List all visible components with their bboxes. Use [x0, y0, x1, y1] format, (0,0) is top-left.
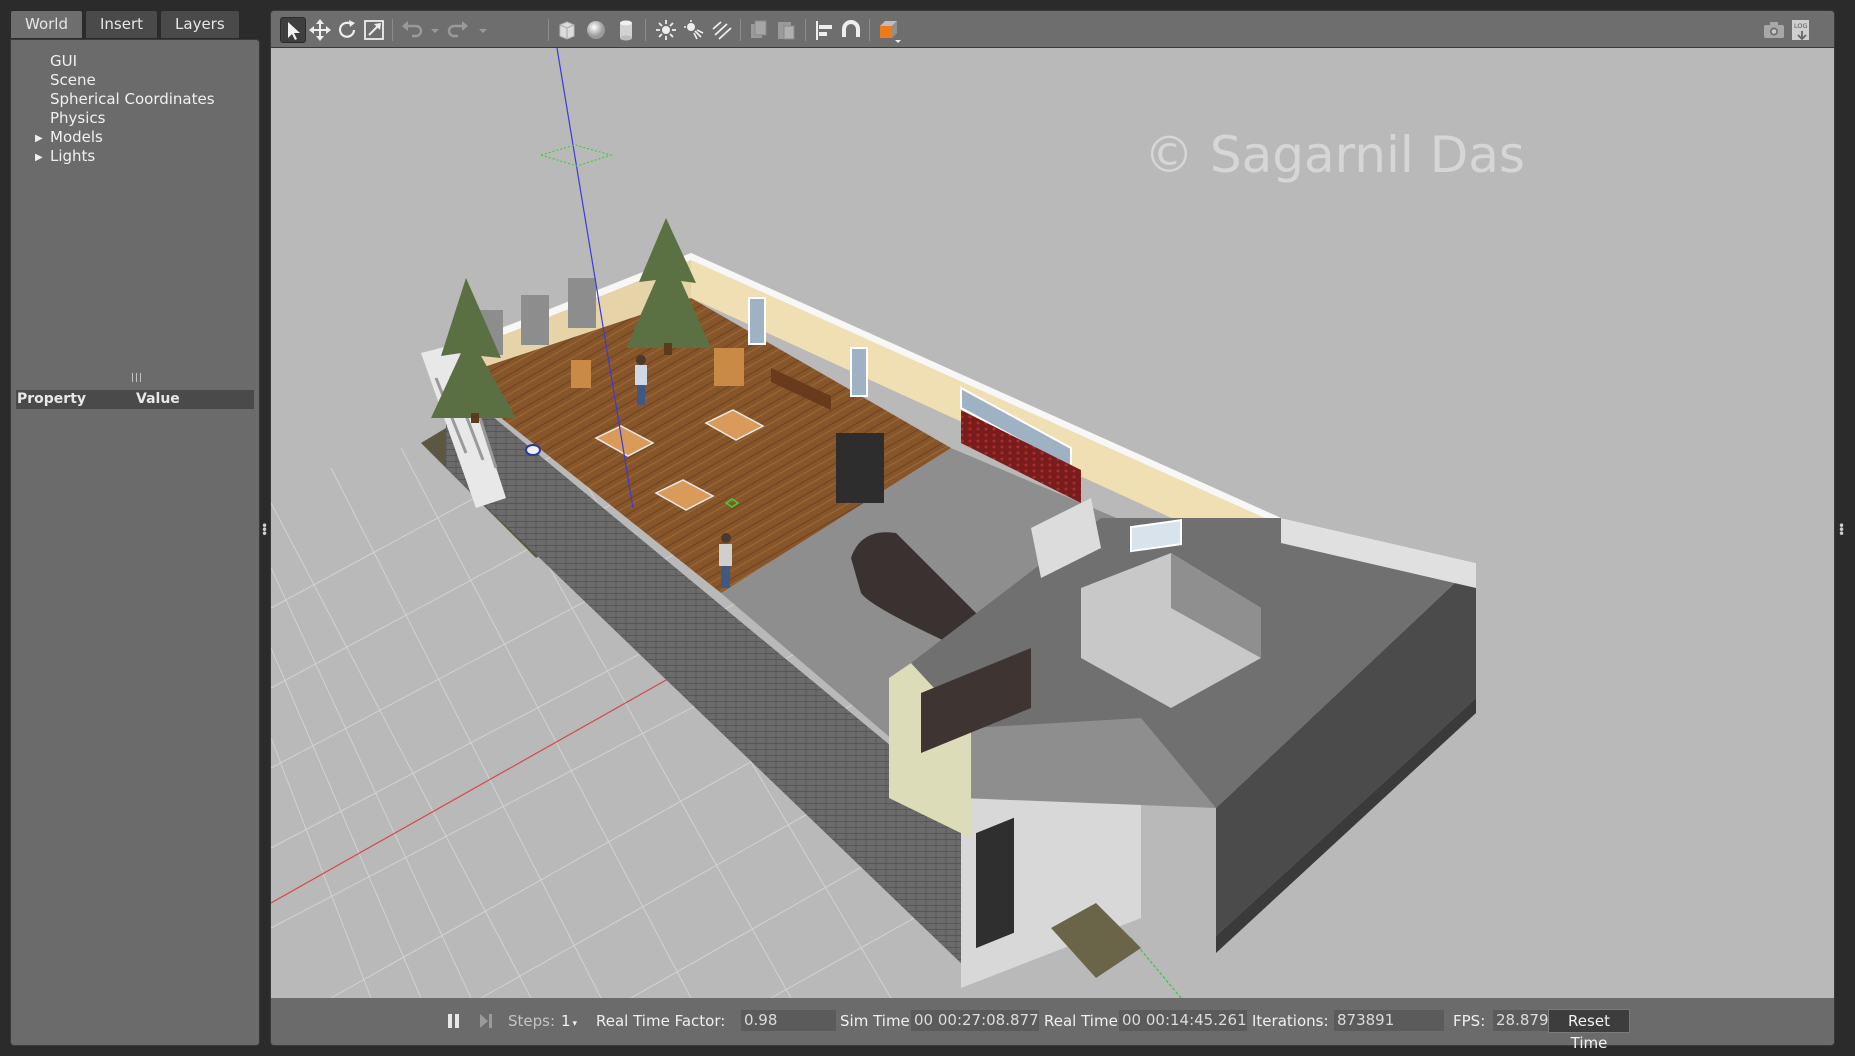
translate-icon[interactable] — [307, 17, 333, 43]
log-icon[interactable]: LOG — [1788, 17, 1814, 43]
spinner-arrow-icon[interactable]: ▾ — [573, 1019, 578, 1029]
pause-icon[interactable] — [444, 1011, 464, 1031]
svg-text:LOG: LOG — [1794, 22, 1808, 30]
watermark-text: © Sagarnil Das — [1144, 126, 1525, 184]
toolbar-separator — [392, 19, 393, 41]
tree-item-label: GUI — [50, 52, 78, 70]
tree-item-label: Models — [50, 128, 103, 146]
x-axis-line — [271, 665, 692, 904]
box-icon[interactable] — [554, 17, 580, 43]
tab-world[interactable]: World — [10, 10, 83, 38]
world-panel: GUI Scene Spherical Coordinates Physics … — [10, 39, 260, 1046]
cardboard-box — [714, 348, 744, 386]
expand-arrow-icon[interactable]: ▶ — [35, 148, 46, 167]
undo-history-icon[interactable] — [422, 17, 440, 43]
fps-label: FPS: — [1453, 1012, 1486, 1030]
tab-insert[interactable]: Insert — [85, 10, 159, 38]
toolbar-separator — [645, 19, 646, 41]
tree-item-spherical-coordinates[interactable]: Spherical Coordinates — [31, 90, 215, 109]
rotate-icon[interactable] — [334, 17, 360, 43]
fridge — [836, 433, 884, 503]
tree-item-label: Spherical Coordinates — [50, 90, 215, 108]
toolbar-separator — [740, 19, 741, 41]
bottom-status-bar: Steps: 1 ▾ Real Time Factor: 0.98 Sim Tim… — [270, 998, 1835, 1052]
point-light-icon[interactable] — [653, 17, 679, 43]
tree-item-label: Scene — [50, 71, 96, 89]
window — [850, 347, 868, 397]
expand-arrow-icon[interactable]: ▶ — [35, 129, 46, 148]
scene-render — [271, 48, 1476, 998]
steps-value: 1 — [561, 1012, 571, 1030]
world-tree: GUI Scene Spherical Coordinates Physics … — [31, 52, 215, 166]
splitter-handle-icon[interactable]: ||| — [131, 373, 143, 383]
steps-label: Steps: — [508, 1012, 556, 1030]
rtf-label: Real Time Factor: — [596, 1012, 726, 1030]
right-collapse-handle-icon[interactable]: • • • — [1838, 520, 1845, 540]
property-table-header: Property Value — [16, 390, 254, 409]
tree-item-lights[interactable]: ▶ Lights — [31, 147, 215, 166]
scale-icon[interactable] — [361, 17, 387, 43]
tree-item-models[interactable]: ▶ Models — [31, 128, 215, 147]
real-time-label: Real Time: — [1044, 1012, 1123, 1030]
tree-item-scene[interactable]: Scene — [31, 71, 215, 90]
sphere-icon[interactable] — [583, 17, 609, 43]
cardboard-box — [571, 360, 591, 388]
screenshot-icon[interactable] — [1761, 17, 1787, 43]
paste-icon[interactable] — [773, 17, 799, 43]
tree-item-label: Physics — [50, 109, 106, 127]
undo-icon[interactable] — [398, 17, 424, 43]
iterations-value: 873891 — [1334, 1010, 1444, 1031]
left-tabs: World Insert Layers — [10, 10, 242, 38]
toolbar-separator — [869, 19, 870, 41]
window — [748, 297, 766, 345]
redo-history-icon[interactable] — [470, 17, 488, 43]
value-column-header: Value — [136, 391, 180, 407]
view-angle-icon[interactable] — [876, 17, 902, 43]
toolbar-separator — [805, 19, 806, 41]
toolbar: LOG — [270, 10, 1835, 48]
align-icon[interactable] — [811, 17, 837, 43]
front-door — [976, 817, 1014, 949]
step-icon[interactable] — [476, 1011, 496, 1031]
sim-time-value: 00 00:27:08.877 — [911, 1010, 1039, 1031]
3d-viewport[interactable]: © Sagarnil Das — [270, 48, 1835, 998]
redo-icon[interactable] — [446, 17, 472, 43]
select-arrow-icon[interactable] — [280, 17, 306, 43]
small-robot — [525, 444, 541, 456]
toolbar-separator — [548, 19, 549, 41]
copy-icon[interactable] — [746, 17, 772, 43]
cylinder-icon[interactable] — [613, 17, 639, 43]
iterations-label: Iterations: — [1252, 1012, 1329, 1030]
tree-item-physics[interactable]: Physics — [31, 109, 215, 128]
tree-item-gui[interactable]: GUI — [31, 52, 215, 71]
tree-item-label: Lights — [50, 147, 96, 165]
rtf-value: 0.98 — [741, 1010, 836, 1031]
reset-time-button[interactable]: Reset Time — [1548, 1009, 1630, 1052]
sim-time-label: Sim Time: — [840, 1012, 915, 1030]
property-column-header: Property — [17, 391, 87, 407]
magnet-snap-icon[interactable] — [838, 17, 864, 43]
steps-spinner[interactable]: 1 ▾ — [561, 1012, 577, 1030]
main-area: LOG © Sagarnil Das Steps: 1 ▾ Real Time … — [270, 10, 1835, 1052]
left-collapse-handle-icon[interactable]: • • • — [261, 520, 268, 540]
directional-light-icon[interactable] — [709, 17, 735, 43]
spot-light-icon[interactable] — [681, 17, 707, 43]
left-panel: World Insert Layers GUI Scene Spherical … — [10, 10, 260, 1046]
tab-layers[interactable]: Layers — [160, 10, 240, 38]
real-time-value: 00 00:14:45.261 — [1119, 1010, 1247, 1031]
